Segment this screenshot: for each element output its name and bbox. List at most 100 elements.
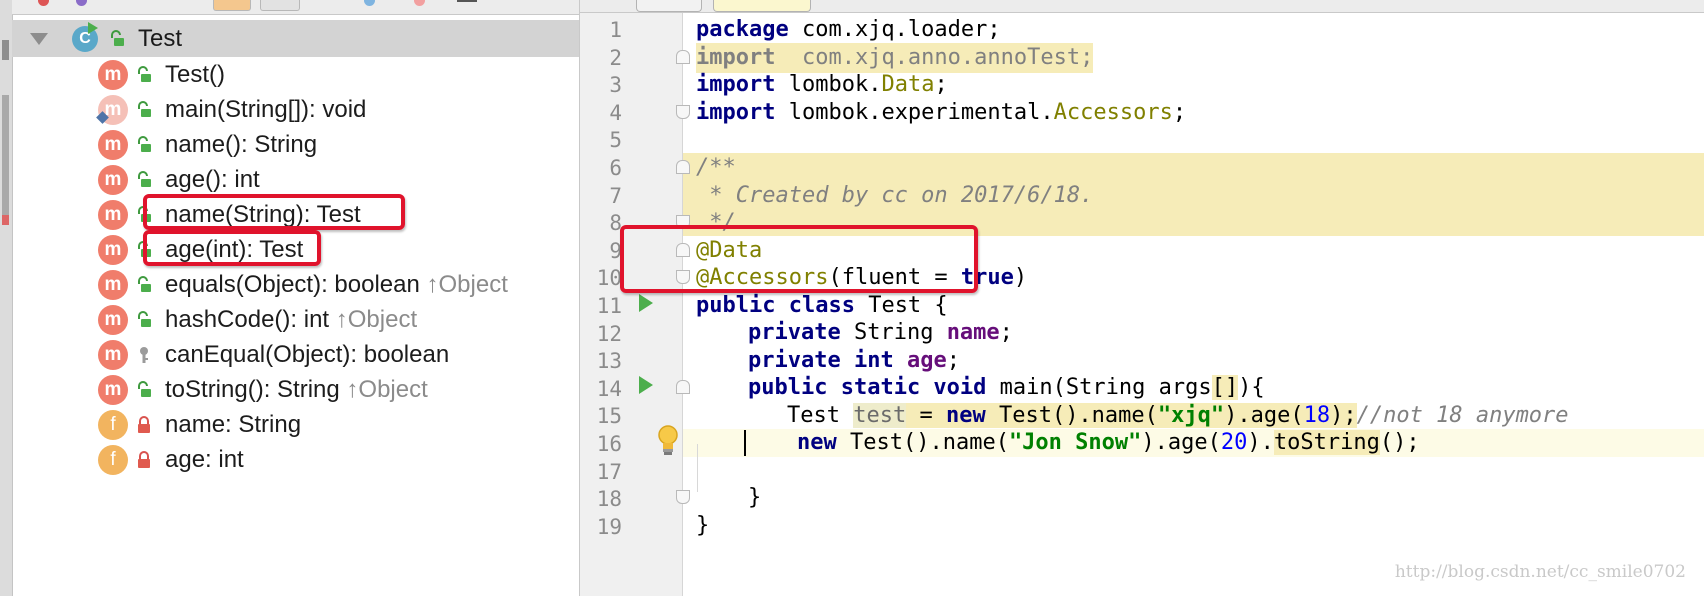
code-token: ){ [1238,375,1265,400]
tree-item-label: equals(Object): boolean ↑Object [165,271,508,299]
chevron-down-icon[interactable] [30,33,48,45]
method-icon: m [98,305,128,335]
tree-item-method[interactable]: m Test() [12,56,579,94]
code-line[interactable]: /** [696,153,736,183]
strip-marker [2,95,9,215]
tree-item-method[interactable]: m name(): String [12,126,579,164]
tree-item-field[interactable]: f age: int [12,441,579,479]
tree-item-method[interactable]: m toString(): String ↑Object [12,371,579,409]
toolbar-icon[interactable] [414,0,425,6]
line-number[interactable]: 2 [580,43,622,73]
tree-root-label: Test [138,25,183,52]
line-number[interactable]: 12 [580,319,622,349]
line-number[interactable]: 18 [580,484,622,514]
toolbar-icon[interactable] [38,0,49,6]
code-token: Test [787,403,854,428]
method-icon: m [98,270,128,300]
line-number[interactable]: 16 [580,429,622,459]
toolbar-toggle-button[interactable] [213,0,251,11]
code-token: public class [696,293,855,318]
line-number[interactable]: 9 [580,236,622,266]
code-line[interactable]: Test test = new Test().name("xjq").age(1… [787,401,1569,431]
code-token: main(String args [986,375,1212,400]
field-icon: f [98,445,128,475]
code-line[interactable]: package com.xjq.loader; [696,15,1001,45]
editor-tab[interactable] [636,0,702,12]
tree-item-method[interactable]: m hashCode(): int ↑Object [12,301,579,339]
editor-tab-bar [580,0,1704,13]
line-number[interactable]: 14 [580,374,622,404]
line-number[interactable]: 17 [580,457,622,487]
lightbulb-icon[interactable] [656,424,680,458]
line-number[interactable]: 6 [580,153,622,183]
line-number[interactable]: 11 [580,291,622,321]
toolbar-icon[interactable] [76,0,87,6]
code-token: 18 [1303,403,1331,428]
line-number[interactable]: 8 [580,208,622,238]
code-line[interactable]: new Test().name("Jon Snow").age(20).toSt… [797,428,1420,458]
code-line[interactable]: } [748,483,761,513]
line-number[interactable]: 13 [580,346,622,376]
run-icon[interactable] [639,376,653,394]
fold-marker-icon[interactable] [676,160,690,174]
code-token: ; [934,72,948,97]
tree-item-method[interactable]: m canEqual(Object): boolean [12,336,579,374]
code-token: import [696,100,776,125]
fold-marker-icon[interactable] [676,380,690,394]
structure-toolbar [12,0,579,15]
line-number[interactable]: 4 [580,98,622,128]
code-token: new [797,430,837,455]
tree-root-row[interactable]: C Test [12,20,579,57]
code-token: //not 18 anymore [1356,403,1569,428]
tree-item-field[interactable]: f name: String [12,406,579,444]
tree-item-method[interactable]: m main(String[]): void [12,91,579,129]
member-signature: main(String[]): void [165,96,367,123]
code-token: age [906,348,947,373]
toolbar-icon[interactable] [364,0,375,6]
line-number[interactable]: 10 [580,263,622,293]
public-access-icon [136,381,152,404]
line-number[interactable]: 19 [580,512,622,542]
code-token: private int [748,348,894,373]
code-line[interactable]: public static void main(String args[]){ [748,373,1265,403]
code-token: package [696,17,789,42]
code-line[interactable]: private int age; [748,346,960,376]
highlight-box [143,194,405,230]
code-token: (); [1379,430,1420,455]
run-icon[interactable] [639,294,653,312]
method-icon: m [98,200,128,230]
editor-tab[interactable] [713,0,811,12]
line-number[interactable]: 1 [580,15,622,45]
code-line[interactable]: import lombok.experimental.Accessors; [696,98,1186,128]
fold-marker-icon[interactable] [676,105,690,119]
code-line[interactable]: import lombok.Data; [696,70,948,100]
line-number[interactable]: 15 [580,401,622,431]
code-line[interactable]: * Created by cc on 2017/6/18. [696,181,1093,211]
watermark: http://blog.csdn.net/cc_smile0702 [1394,562,1686,582]
member-signature: age(): int [165,166,260,193]
code-token: new [945,403,986,428]
toolbar-icon[interactable] [457,0,477,2]
code-line[interactable]: import com.xjq.anno.annoTest; [696,43,1094,73]
line-number[interactable]: 3 [580,70,622,100]
tree-item-method[interactable]: m equals(Object): boolean ↑Object [12,266,579,304]
code-token: Test().name( [985,403,1158,428]
code-token: ; [999,320,1013,345]
inherited-from-label: ↑Object [339,376,428,403]
method-icon: m [98,340,128,370]
fold-marker-icon[interactable] [676,490,690,504]
tree-item-label: main(String[]): void [165,96,366,124]
line-number[interactable]: 7 [580,181,622,211]
code-token: ); [1330,403,1357,428]
fold-marker-icon[interactable] [676,50,690,64]
code-token: import [696,45,776,70]
line-number[interactable]: 5 [580,125,622,155]
code-token: ; [946,348,960,373]
tree-item-label: name(): String [165,131,317,159]
code-line[interactable]: public class Test { [696,291,948,321]
code-token: lombok.experimental. [775,100,1054,125]
toolbar-toggle-button[interactable] [260,0,300,11]
code-line[interactable]: } [696,511,709,541]
code-line[interactable]: private String name; [748,318,1013,348]
public-access-icon [136,171,152,194]
